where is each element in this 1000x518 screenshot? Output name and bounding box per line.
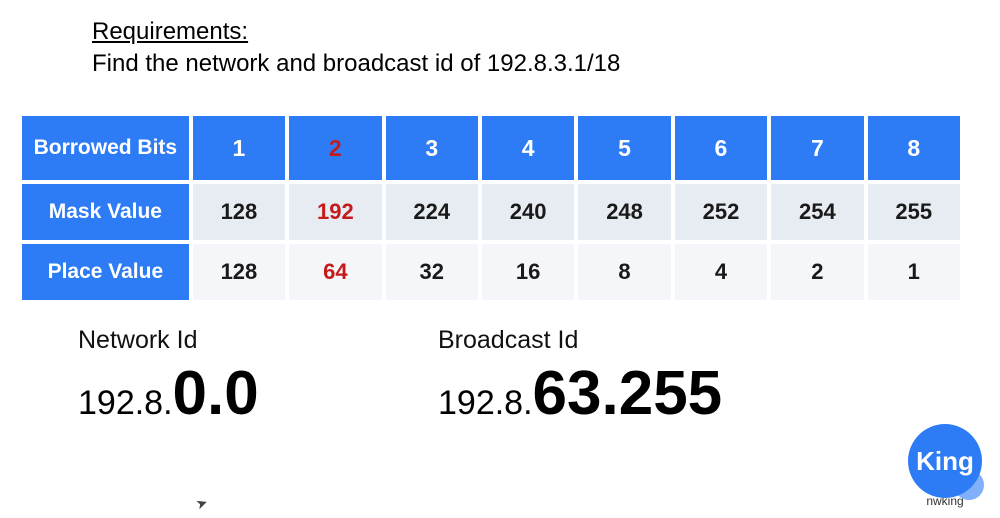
- requirements-block: Requirements: Find the network and broad…: [92, 18, 1000, 78]
- place-cell: 2: [769, 242, 865, 302]
- mask-cell: 240: [480, 182, 576, 242]
- network-id-block: Network Id 192.8.0.0: [78, 326, 438, 425]
- network-big: 0.0: [173, 359, 259, 428]
- table-row: Mask Value 128 192 224 240 248 252 254 2…: [20, 182, 962, 242]
- place-cell: 32: [384, 242, 480, 302]
- row-label: Mask Value: [20, 182, 191, 242]
- brand-circle-icon: King: [908, 424, 982, 498]
- col-header: 3: [384, 114, 480, 182]
- table-header-row: Borrowed Bits 1 2 3 4 5 6 7 8: [20, 114, 962, 182]
- col-header: 2: [287, 114, 383, 182]
- subnet-table: Borrowed Bits 1 2 3 4 5 6 7 8 Mask Value…: [20, 114, 962, 302]
- requirements-body: Find the network and broadcast id of 192…: [92, 50, 1000, 78]
- broadcast-id-block: Broadcast Id 192.8.63.255: [438, 326, 722, 425]
- col-header: 1: [191, 114, 287, 182]
- broadcast-id-value: 192.8.63.255: [438, 363, 722, 425]
- mask-cell: 192: [287, 182, 383, 242]
- mask-cell: 255: [866, 182, 962, 242]
- place-cell: 128: [191, 242, 287, 302]
- place-cell: 1: [866, 242, 962, 302]
- row-label: Borrowed Bits: [20, 114, 191, 182]
- place-cell: 4: [673, 242, 769, 302]
- mask-cell: 248: [576, 182, 672, 242]
- cursor-icon: ➤: [193, 494, 210, 514]
- col-header: 8: [866, 114, 962, 182]
- place-cell: 16: [480, 242, 576, 302]
- col-header: 5: [576, 114, 672, 182]
- mask-cell: 128: [191, 182, 287, 242]
- col-header: 6: [673, 114, 769, 182]
- broadcast-id-label: Broadcast Id: [438, 326, 722, 355]
- col-header: 4: [480, 114, 576, 182]
- mask-cell: 224: [384, 182, 480, 242]
- network-id-label: Network Id: [78, 326, 438, 355]
- row-label: Place Value: [20, 242, 191, 302]
- mask-cell: 252: [673, 182, 769, 242]
- broadcast-prefix: 192.8.: [438, 384, 533, 422]
- place-cell: 8: [576, 242, 672, 302]
- requirements-title: Requirements:: [92, 18, 1000, 46]
- col-header: 7: [769, 114, 865, 182]
- brand-logo: King nwking: [908, 424, 982, 508]
- table-row: Place Value 128 64 32 16 8 4 2 1: [20, 242, 962, 302]
- network-id-value: 192.8.0.0: [78, 363, 438, 425]
- mask-cell: 254: [769, 182, 865, 242]
- broadcast-big: 63.255: [533, 359, 723, 428]
- place-cell: 64: [287, 242, 383, 302]
- results-block: Network Id 192.8.0.0 Broadcast Id 192.8.…: [0, 326, 1000, 425]
- network-prefix: 192.8.: [78, 384, 173, 422]
